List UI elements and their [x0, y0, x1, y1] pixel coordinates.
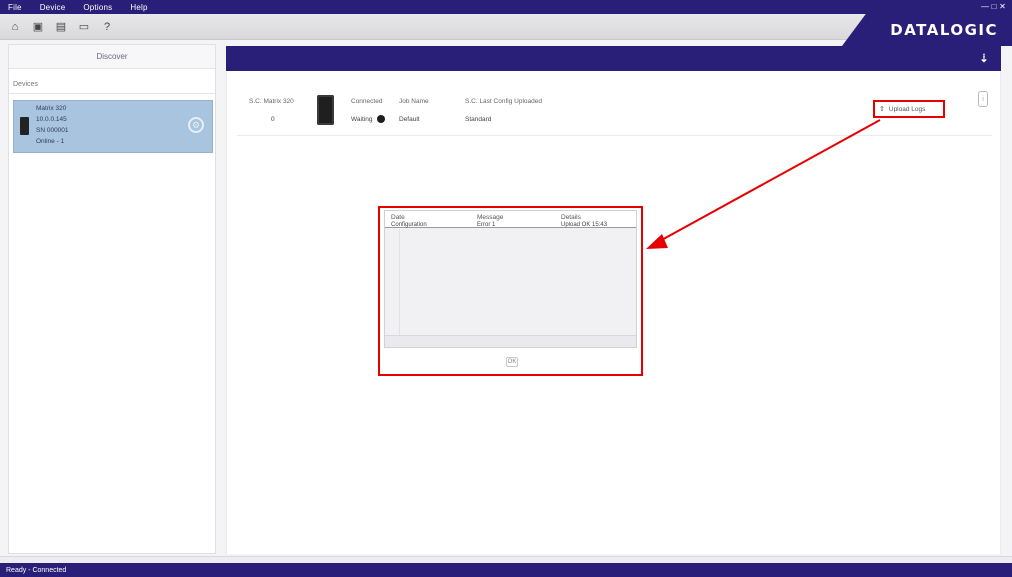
cell-message: Error 1 [477, 222, 496, 228]
menu-help[interactable]: Help [130, 3, 147, 12]
discover-button[interactable]: Discover [9, 45, 215, 69]
info-col3-value: Default [399, 116, 420, 123]
log-table-header: Date Message Details Configuration Error… [385, 211, 636, 228]
devices-label: Devices [13, 81, 38, 88]
ok-button[interactable]: OK [506, 357, 518, 367]
device-status: Online - 1 [36, 138, 65, 145]
status-bar: Ready - Connected [0, 563, 1012, 577]
info-col1-label: S.C. Matrix 320 [249, 98, 294, 105]
info-col3-label: Job Name [399, 98, 429, 105]
info-col2-label: Connected [351, 98, 383, 105]
download-icon[interactable]: ⇣ [977, 51, 991, 65]
status-indicator [377, 115, 385, 123]
open-icon[interactable]: ▤ [54, 20, 68, 34]
info-col4-label: S.C. Last Config Uploaded [465, 98, 542, 105]
content-header: ⇣ [226, 46, 1001, 71]
help-icon[interactable]: ? [100, 20, 114, 34]
log-dialog: Date Message Details Configuration Error… [378, 206, 643, 376]
menu-options[interactable]: Options [83, 3, 112, 12]
device-name: Matrix 320 [36, 105, 67, 112]
cell-date: Configuration [391, 222, 427, 228]
devices-divider [9, 93, 215, 94]
gear-icon[interactable]: ⚙ [188, 117, 204, 133]
info-col2-value: Waiting [351, 116, 373, 123]
horizontal-scrollbar[interactable] [385, 335, 636, 347]
device-list-item[interactable]: Matrix 320 10.0.0.145 SN 000001 Online -… [13, 100, 213, 153]
brand-banner: DATALOGIC [842, 14, 1012, 46]
upload-logs-button[interactable]: ⇧ Upload Logs [873, 100, 945, 118]
col-header-message[interactable]: Message [477, 214, 503, 221]
device-serial: SN 000001 [36, 127, 69, 134]
home-icon[interactable]: ⌂ [8, 20, 22, 34]
menu-device[interactable]: Device [40, 3, 66, 12]
menu-file[interactable]: File [8, 3, 22, 12]
device-ip: 10.0.0.145 [36, 116, 67, 123]
info-icon[interactable]: i [978, 91, 988, 107]
window-controls[interactable]: — □ ✕ [981, 2, 1006, 11]
main-content: S.C. Matrix 320 0 Connected Waiting Job … [226, 71, 1001, 554]
left-panel: Discover Devices Matrix 320 10.0.0.145 S… [8, 44, 216, 554]
status-divider [0, 556, 1012, 563]
log-table: Date Message Details Configuration Error… [384, 210, 637, 348]
col-header-date[interactable]: Date [391, 214, 405, 221]
brand-logo: DATALOGIC [890, 21, 998, 39]
upload-icon: ⇧ [879, 106, 885, 113]
col-header-details[interactable]: Details [561, 214, 581, 221]
device-image [317, 95, 334, 125]
table-divider [399, 229, 400, 347]
upload-logs-label: Upload Logs [888, 105, 926, 113]
monitor-icon[interactable]: ▭ [77, 20, 91, 34]
app-window: File Device Options Help — □ ✕ ⌂ ▣ ▤ ▭ ?… [0, 0, 1012, 577]
cell-details: Upload OK 15:43 [561, 222, 608, 228]
device-thumbnail [20, 117, 29, 135]
info-col4-value: Standard [465, 116, 492, 123]
menu-bar: File Device Options Help — □ ✕ [0, 0, 1012, 14]
info-col1-value: 0 [271, 116, 275, 123]
info-divider [237, 135, 992, 136]
save-icon[interactable]: ▣ [31, 20, 45, 34]
status-text: Ready - Connected [6, 566, 67, 574]
